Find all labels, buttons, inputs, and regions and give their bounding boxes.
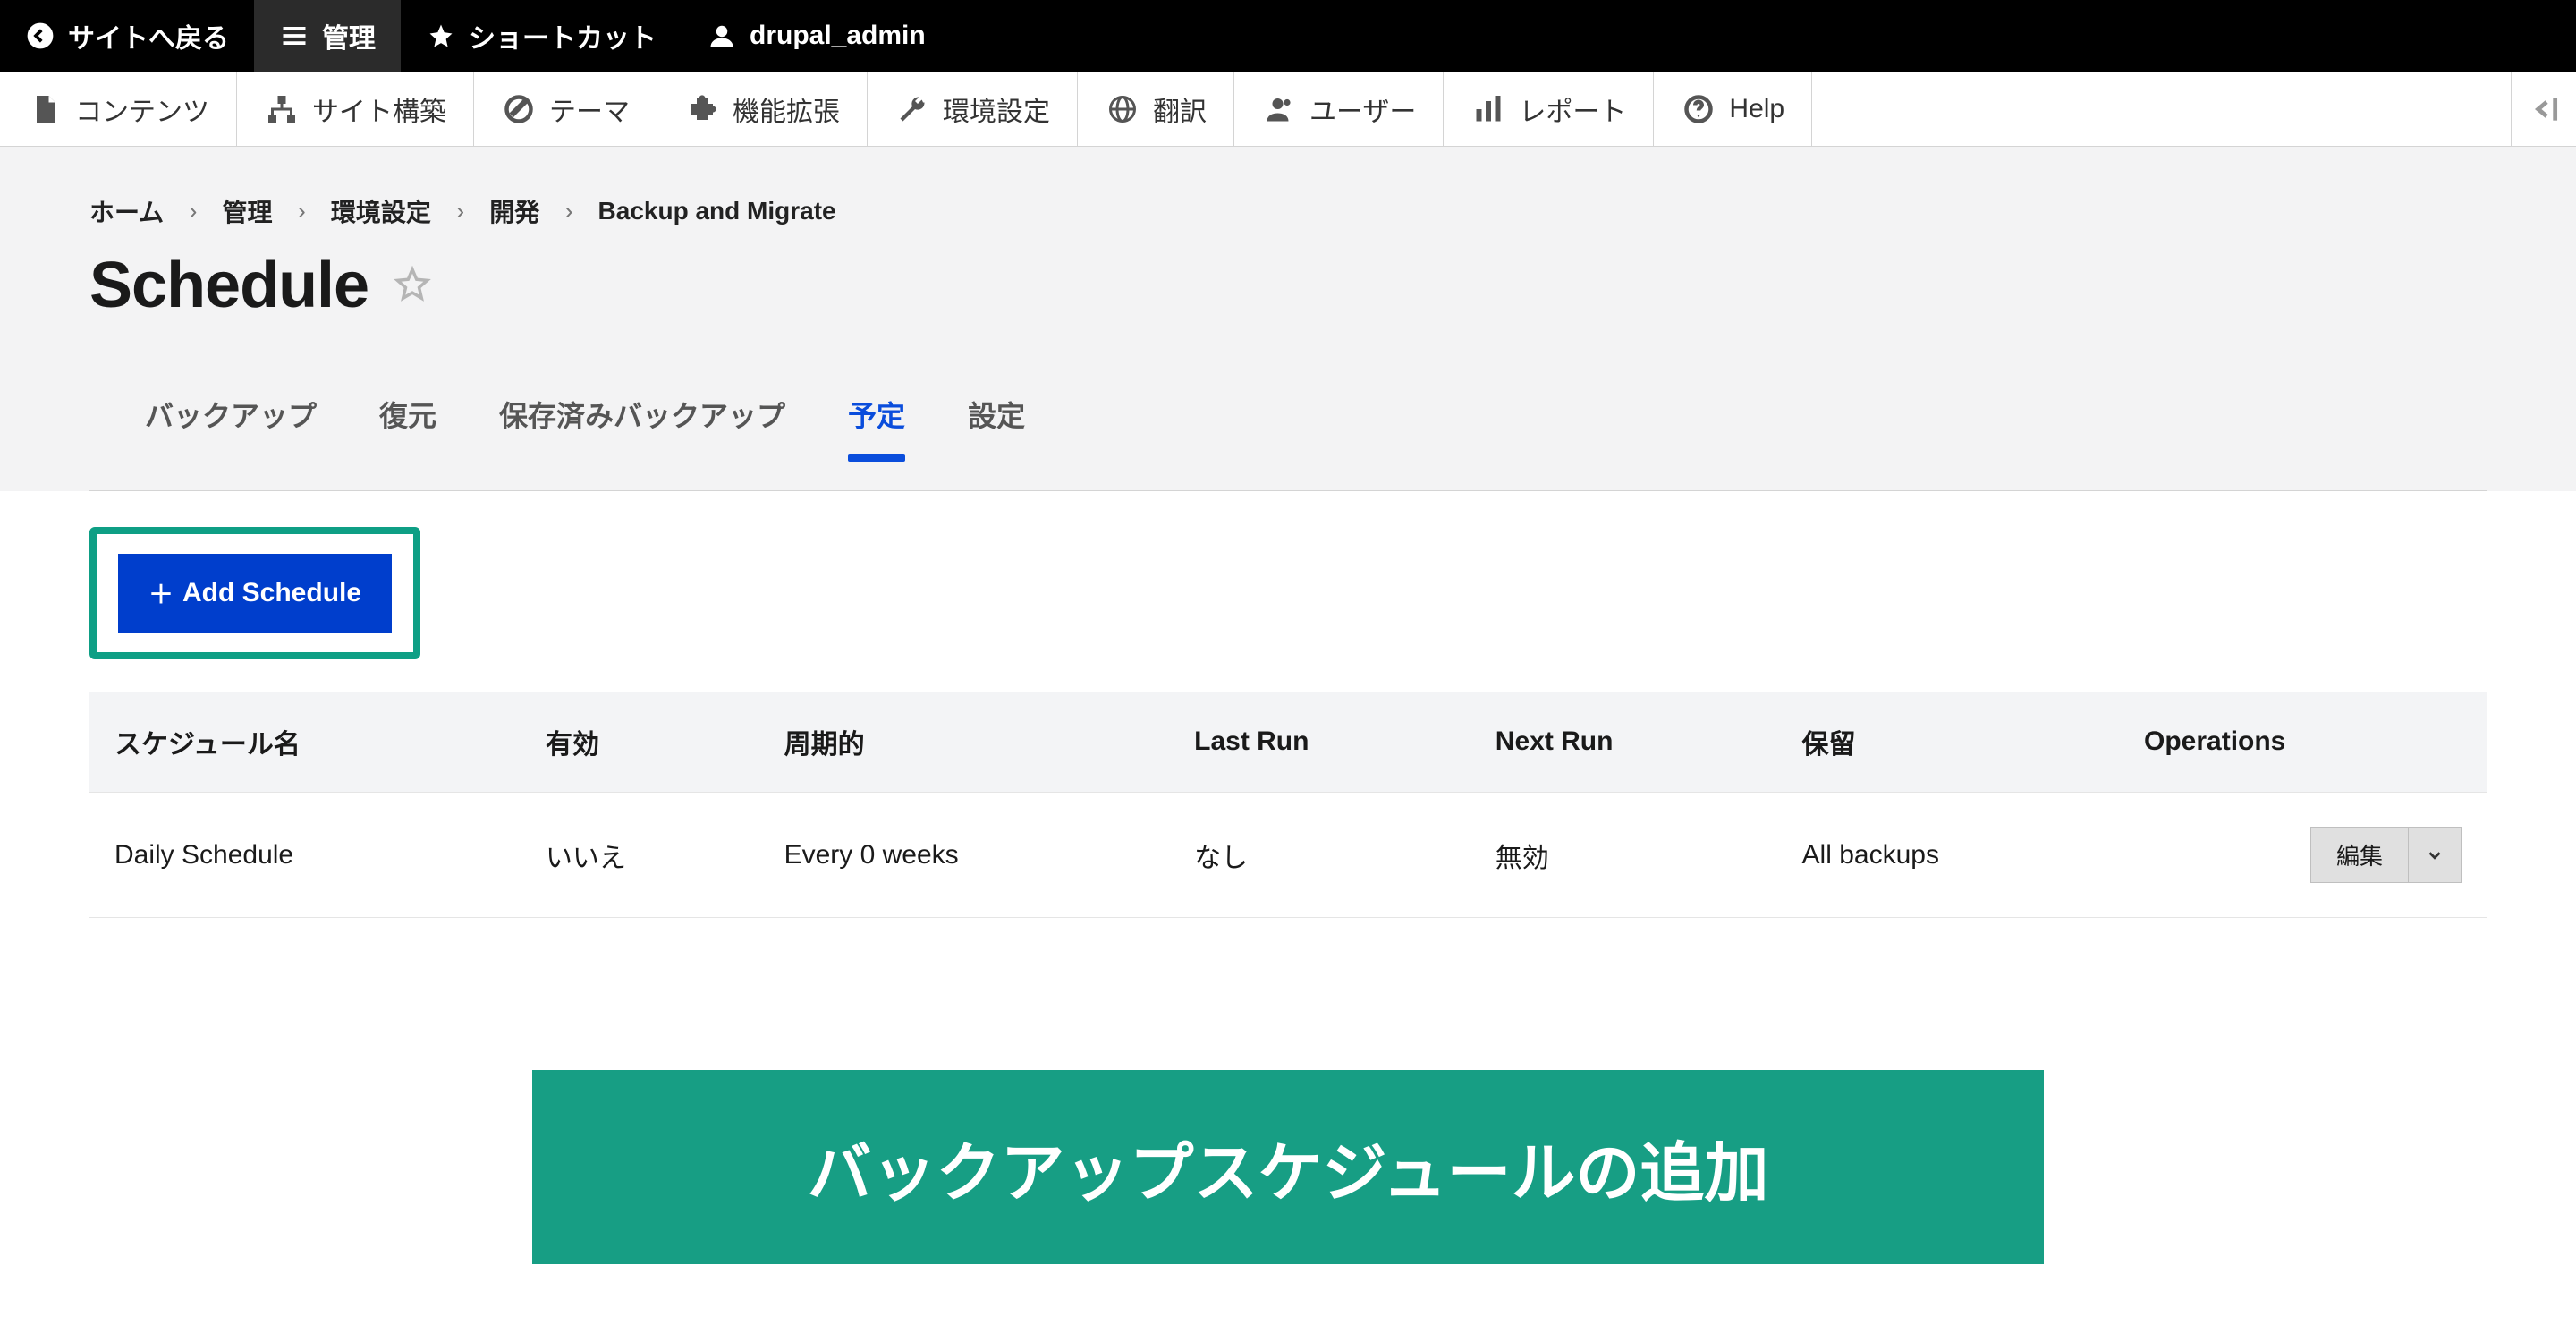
- admin-topbar: サイトへ戻る 管理 ショートカット drupal_admin: [0, 0, 2576, 72]
- col-ops: Operations: [2119, 692, 2487, 793]
- globe-icon: [1105, 91, 1140, 127]
- chevron-left-icon: [25, 21, 55, 51]
- breadcrumb-sep: ›: [564, 197, 572, 225]
- edit-link[interactable]: 編集: [2311, 828, 2409, 882]
- breadcrumb-sep: ›: [298, 197, 306, 225]
- tab-backup[interactable]: バックアップ: [145, 376, 317, 490]
- cell-name: Daily Schedule: [89, 793, 521, 918]
- menu-icon: [279, 21, 309, 51]
- cell-keep: All backups: [1777, 793, 2119, 918]
- manage-label: 管理: [322, 16, 376, 55]
- structure-icon: [264, 91, 300, 127]
- menubar-collapse[interactable]: [2512, 72, 2576, 146]
- menu-appearance[interactable]: テーマ: [474, 72, 657, 146]
- tab-restore[interactable]: 復元: [379, 376, 436, 490]
- col-period[interactable]: 周期的: [759, 692, 1170, 793]
- wand-icon: [501, 91, 537, 127]
- user-icon: [707, 21, 737, 51]
- menu-people-label: ユーザー: [1309, 89, 1416, 129]
- cell-nextrun: 無効: [1470, 793, 1777, 918]
- table-row: Daily Schedule いいえ Every 0 weeks なし 無効 A…: [89, 793, 2487, 918]
- cell-ops: 編集: [2119, 793, 2487, 918]
- col-nextrun[interactable]: Next Run: [1470, 692, 1777, 793]
- col-enabled[interactable]: 有効: [521, 692, 759, 793]
- breadcrumb-item[interactable]: ホーム: [89, 193, 164, 229]
- shortcuts-label: ショートカット: [469, 16, 657, 55]
- menu-appearance-label: テーマ: [549, 89, 630, 129]
- menu-structure-label: サイト構築: [312, 89, 446, 129]
- admin-menubar: コンテンツ サイト構築 テーマ 機能拡張 環境設定 翻訳 ユーザー レポート H…: [0, 72, 2576, 147]
- chevron-down-icon: [2425, 845, 2445, 865]
- menu-config[interactable]: 環境設定: [868, 72, 1078, 146]
- operations-dropbutton: 編集: [2310, 827, 2462, 883]
- breadcrumb-item[interactable]: 環境設定: [331, 193, 431, 229]
- menu-structure[interactable]: サイト構築: [237, 72, 474, 146]
- cell-period: Every 0 weeks: [759, 793, 1170, 918]
- page-header-region: ホーム › 管理 › 環境設定 › 開発 › Backup and Migrate Sc…: [0, 147, 2576, 491]
- breadcrumb-item[interactable]: 管理: [223, 193, 273, 229]
- favorite-star-icon[interactable]: [394, 265, 431, 307]
- menubar-spacer: [1812, 72, 2512, 146]
- add-schedule-label: Add Schedule: [182, 578, 361, 608]
- add-schedule-button[interactable]: ＋ Add Schedule: [118, 554, 392, 633]
- menu-content-label: コンテンツ: [75, 89, 209, 129]
- breadcrumb-sep: ›: [456, 197, 464, 225]
- annotation-banner: バックアップスケジュールの追加: [532, 1070, 2044, 1264]
- manage-toggle[interactable]: 管理: [254, 0, 401, 72]
- add-schedule-highlight: ＋ Add Schedule: [89, 527, 420, 659]
- plus-icon: ＋: [148, 575, 174, 611]
- user-menu[interactable]: drupal_admin: [682, 0, 951, 72]
- menu-translate[interactable]: 翻訳: [1078, 72, 1234, 146]
- col-keep[interactable]: 保留: [1777, 692, 2119, 793]
- page-title: Schedule: [89, 249, 369, 322]
- breadcrumb: ホーム › 管理 › 環境設定 › 開発 › Backup and Migrate: [89, 193, 2487, 229]
- shortcuts-link[interactable]: ショートカット: [401, 0, 682, 72]
- cell-lastrun: なし: [1169, 793, 1470, 918]
- menu-extend-label: 機能拡張: [733, 89, 840, 129]
- username-label: drupal_admin: [750, 21, 926, 51]
- back-to-site-label: サイトへ戻る: [68, 16, 229, 55]
- page-content: ＋ Add Schedule スケジュール名 有効 周期的 Last Run N…: [0, 491, 2576, 1336]
- tab-schedule[interactable]: 予定: [848, 376, 905, 490]
- col-name[interactable]: スケジュール名: [89, 692, 521, 793]
- collapse-icon: [2527, 92, 2561, 126]
- menu-people[interactable]: ユーザー: [1234, 72, 1444, 146]
- menu-extend[interactable]: 機能拡張: [657, 72, 868, 146]
- table-header-row: スケジュール名 有効 周期的 Last Run Next Run 保留 Oper…: [89, 692, 2487, 793]
- menu-content[interactable]: コンテンツ: [0, 72, 237, 146]
- star-icon: [426, 21, 456, 51]
- chart-icon: [1470, 91, 1506, 127]
- breadcrumb-item[interactable]: Backup and Migrate: [598, 197, 836, 225]
- menu-reports-label: レポート: [1519, 89, 1626, 129]
- wrench-icon: [894, 91, 930, 127]
- menu-help[interactable]: Help: [1654, 72, 1812, 146]
- back-to-site-link[interactable]: サイトへ戻る: [0, 0, 254, 72]
- tab-settings[interactable]: 設定: [968, 376, 1025, 490]
- schedule-table: スケジュール名 有効 周期的 Last Run Next Run 保留 Oper…: [89, 692, 2487, 918]
- breadcrumb-item[interactable]: 開発: [489, 193, 539, 229]
- col-lastrun[interactable]: Last Run: [1169, 692, 1470, 793]
- file-icon: [27, 91, 63, 127]
- menu-config-label: 環境設定: [943, 89, 1050, 129]
- tab-saved[interactable]: 保存済みバックアップ: [499, 376, 785, 490]
- puzzle-icon: [684, 91, 720, 127]
- help-icon: [1681, 91, 1716, 127]
- menu-reports[interactable]: レポート: [1444, 72, 1654, 146]
- cell-enabled: いいえ: [521, 793, 759, 918]
- breadcrumb-sep: ›: [189, 197, 197, 225]
- local-tabs: バックアップ 復元 保存済みバックアップ 予定 設定: [89, 376, 2487, 491]
- dropbutton-toggle[interactable]: [2409, 828, 2461, 882]
- menu-translate-label: 翻訳: [1153, 89, 1207, 129]
- user-icon: [1261, 91, 1297, 127]
- menu-help-label: Help: [1729, 94, 1784, 124]
